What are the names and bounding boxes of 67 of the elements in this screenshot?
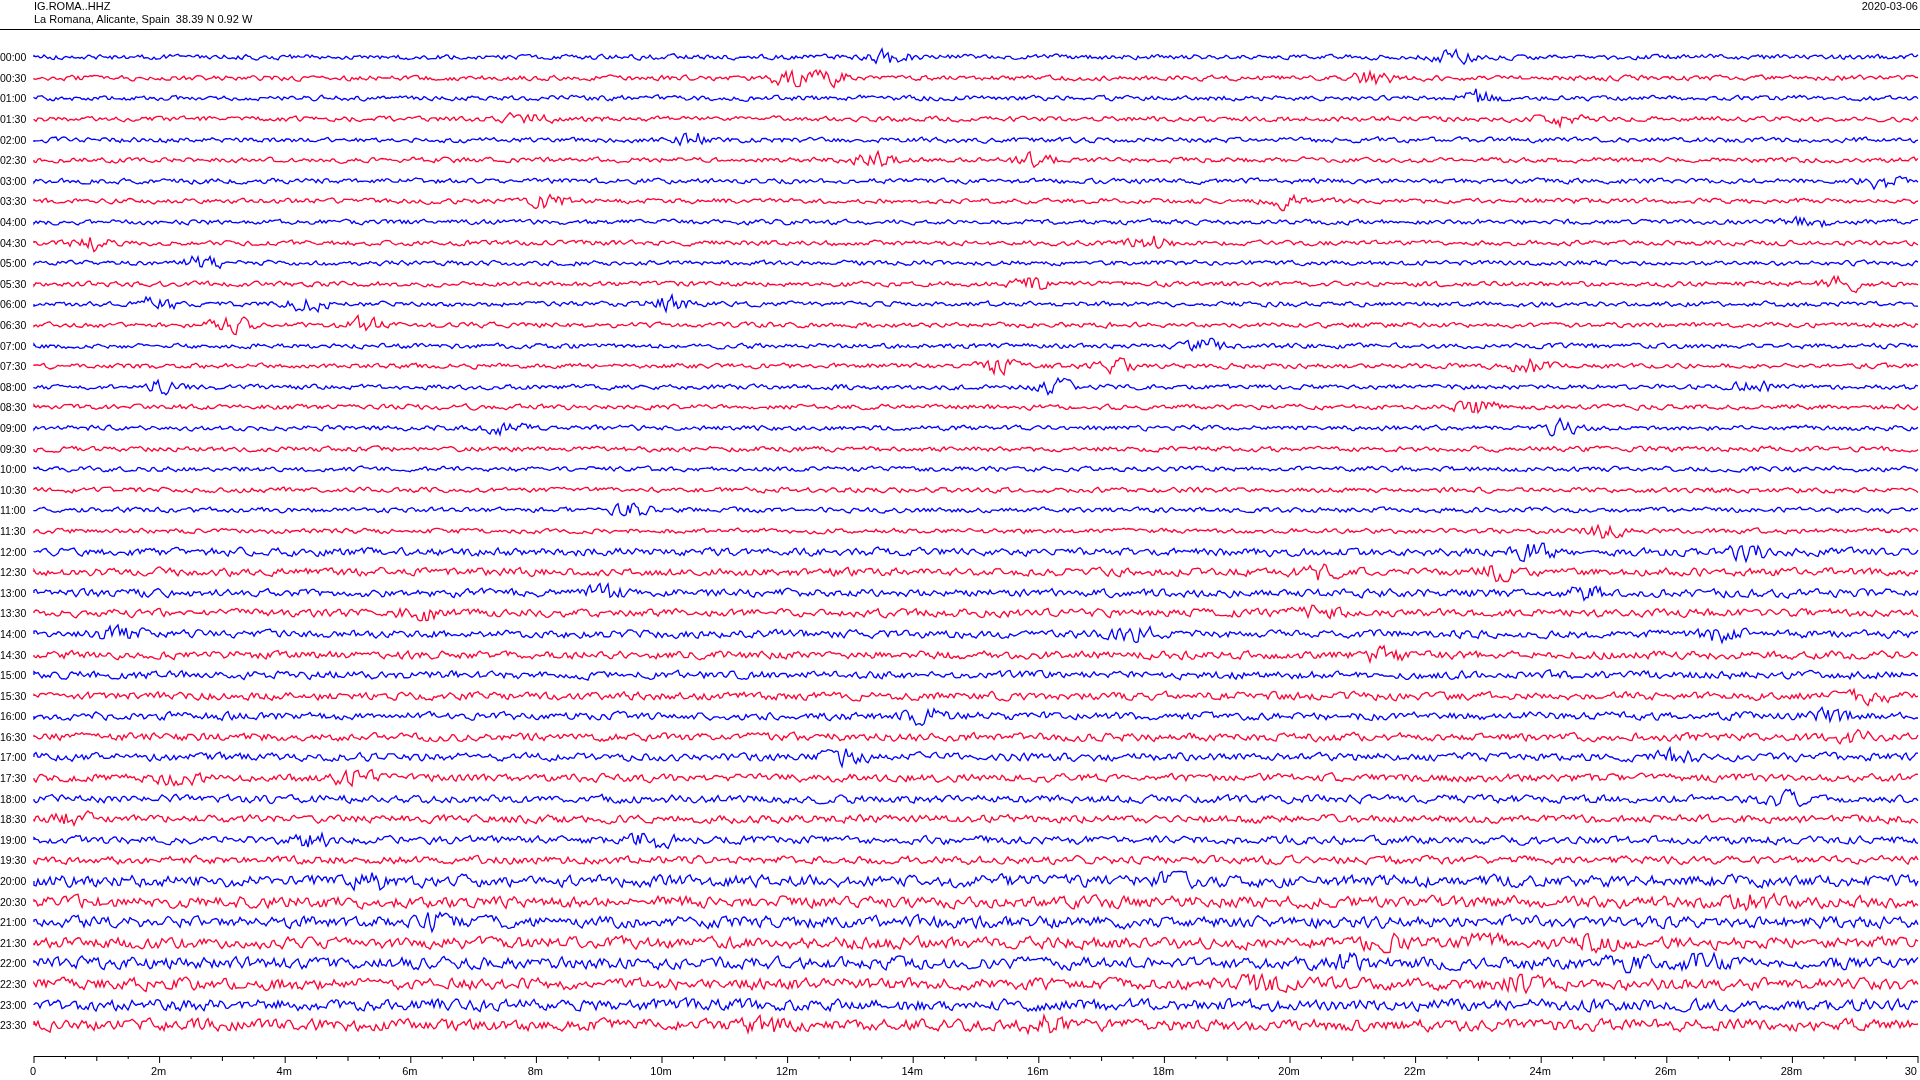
axis-tick-label: 24m [1529, 1065, 1551, 1077]
axis-tick-label: 2m [150, 1065, 167, 1077]
time-label: 22:00 [0, 957, 28, 970]
time-label: 21:00 [0, 916, 28, 929]
time-label: 06:00 [0, 298, 28, 311]
time-label: 21:30 [0, 936, 28, 949]
time-label: 02:00 [0, 133, 28, 146]
time-label: 08:30 [0, 401, 28, 414]
time-label: 18:30 [0, 813, 28, 826]
time-label: 13:30 [0, 607, 28, 620]
time-label: 14:00 [0, 627, 28, 640]
time-label: 17:00 [0, 751, 28, 764]
axis-tick-label: 26m [1655, 1065, 1677, 1077]
axis-tick-label: 8m [527, 1065, 544, 1077]
time-label: 02:30 [0, 154, 28, 167]
time-label: 22:30 [0, 978, 28, 990]
time-label: 00:30 [0, 71, 28, 84]
time-label: 15:30 [0, 689, 28, 702]
axis-tick-label: 12m [775, 1065, 798, 1077]
time-label: 13:00 [0, 586, 28, 599]
time-label: 18:00 [0, 792, 28, 805]
time-label: 03:30 [0, 195, 28, 208]
time-label: 00:00 [0, 51, 28, 64]
axis-tick-label: 16m [1027, 1065, 1049, 1077]
axis-tick-label: 20m [1278, 1065, 1300, 1077]
time-label: 08:00 [0, 380, 28, 393]
axis-tick-label: 28m [1780, 1065, 1803, 1077]
time-label: 04:00 [0, 216, 28, 229]
time-label: 05:30 [0, 277, 28, 290]
time-label: 15:00 [0, 669, 28, 682]
time-label: 19:00 [0, 833, 28, 846]
time-label: 10:00 [0, 463, 28, 476]
time-label: 19:30 [0, 854, 28, 867]
station-code: IG.ROMA..HHZ [34, 0, 112, 13]
time-label: 12:30 [0, 566, 28, 579]
time-label: 20:00 [0, 875, 28, 888]
plot-date: 2020-03-06 [1861, 0, 1918, 13]
time-label: 23:30 [0, 1019, 28, 1032]
axis-tick-label: 14m [901, 1065, 923, 1077]
time-label: 01:00 [0, 92, 28, 105]
time-label: 20:30 [0, 895, 28, 908]
station-location: La Romana, Alicante, Spain 38.39 N 0.92 W [34, 13, 253, 26]
time-label: 06:30 [0, 319, 28, 331]
time-label: 12:00 [0, 545, 28, 558]
time-label: 16:30 [0, 730, 28, 743]
axis-tick-label: 0 [29, 1065, 37, 1077]
time-label: 17:30 [0, 772, 28, 785]
time-label: 07:30 [0, 360, 28, 373]
axis-tick-label: 10m [650, 1065, 672, 1077]
axis-tick-label: 6m [402, 1065, 418, 1077]
time-label: 09:30 [0, 442, 28, 455]
time-label: 11:00 [0, 504, 27, 517]
axis-tick-label: 30 [1904, 1065, 1917, 1077]
time-label: 04:30 [0, 236, 28, 249]
axis-tick-label: 4m [276, 1065, 292, 1077]
time-label: 14:30 [0, 648, 28, 661]
axis-tick-label: 18m [1152, 1065, 1175, 1077]
time-label: 10:30 [0, 483, 28, 496]
time-label: 11:30 [0, 524, 27, 537]
time-label: 05:00 [0, 257, 28, 270]
time-label: 16:00 [0, 710, 28, 723]
time-label: 23:00 [0, 998, 28, 1011]
time-label: 01:30 [0, 113, 28, 126]
axis-tick-label: 22m [1403, 1065, 1426, 1077]
time-label: 03:00 [0, 174, 28, 187]
time-label: 09:00 [0, 422, 28, 434]
time-label: 07:00 [0, 339, 28, 352]
